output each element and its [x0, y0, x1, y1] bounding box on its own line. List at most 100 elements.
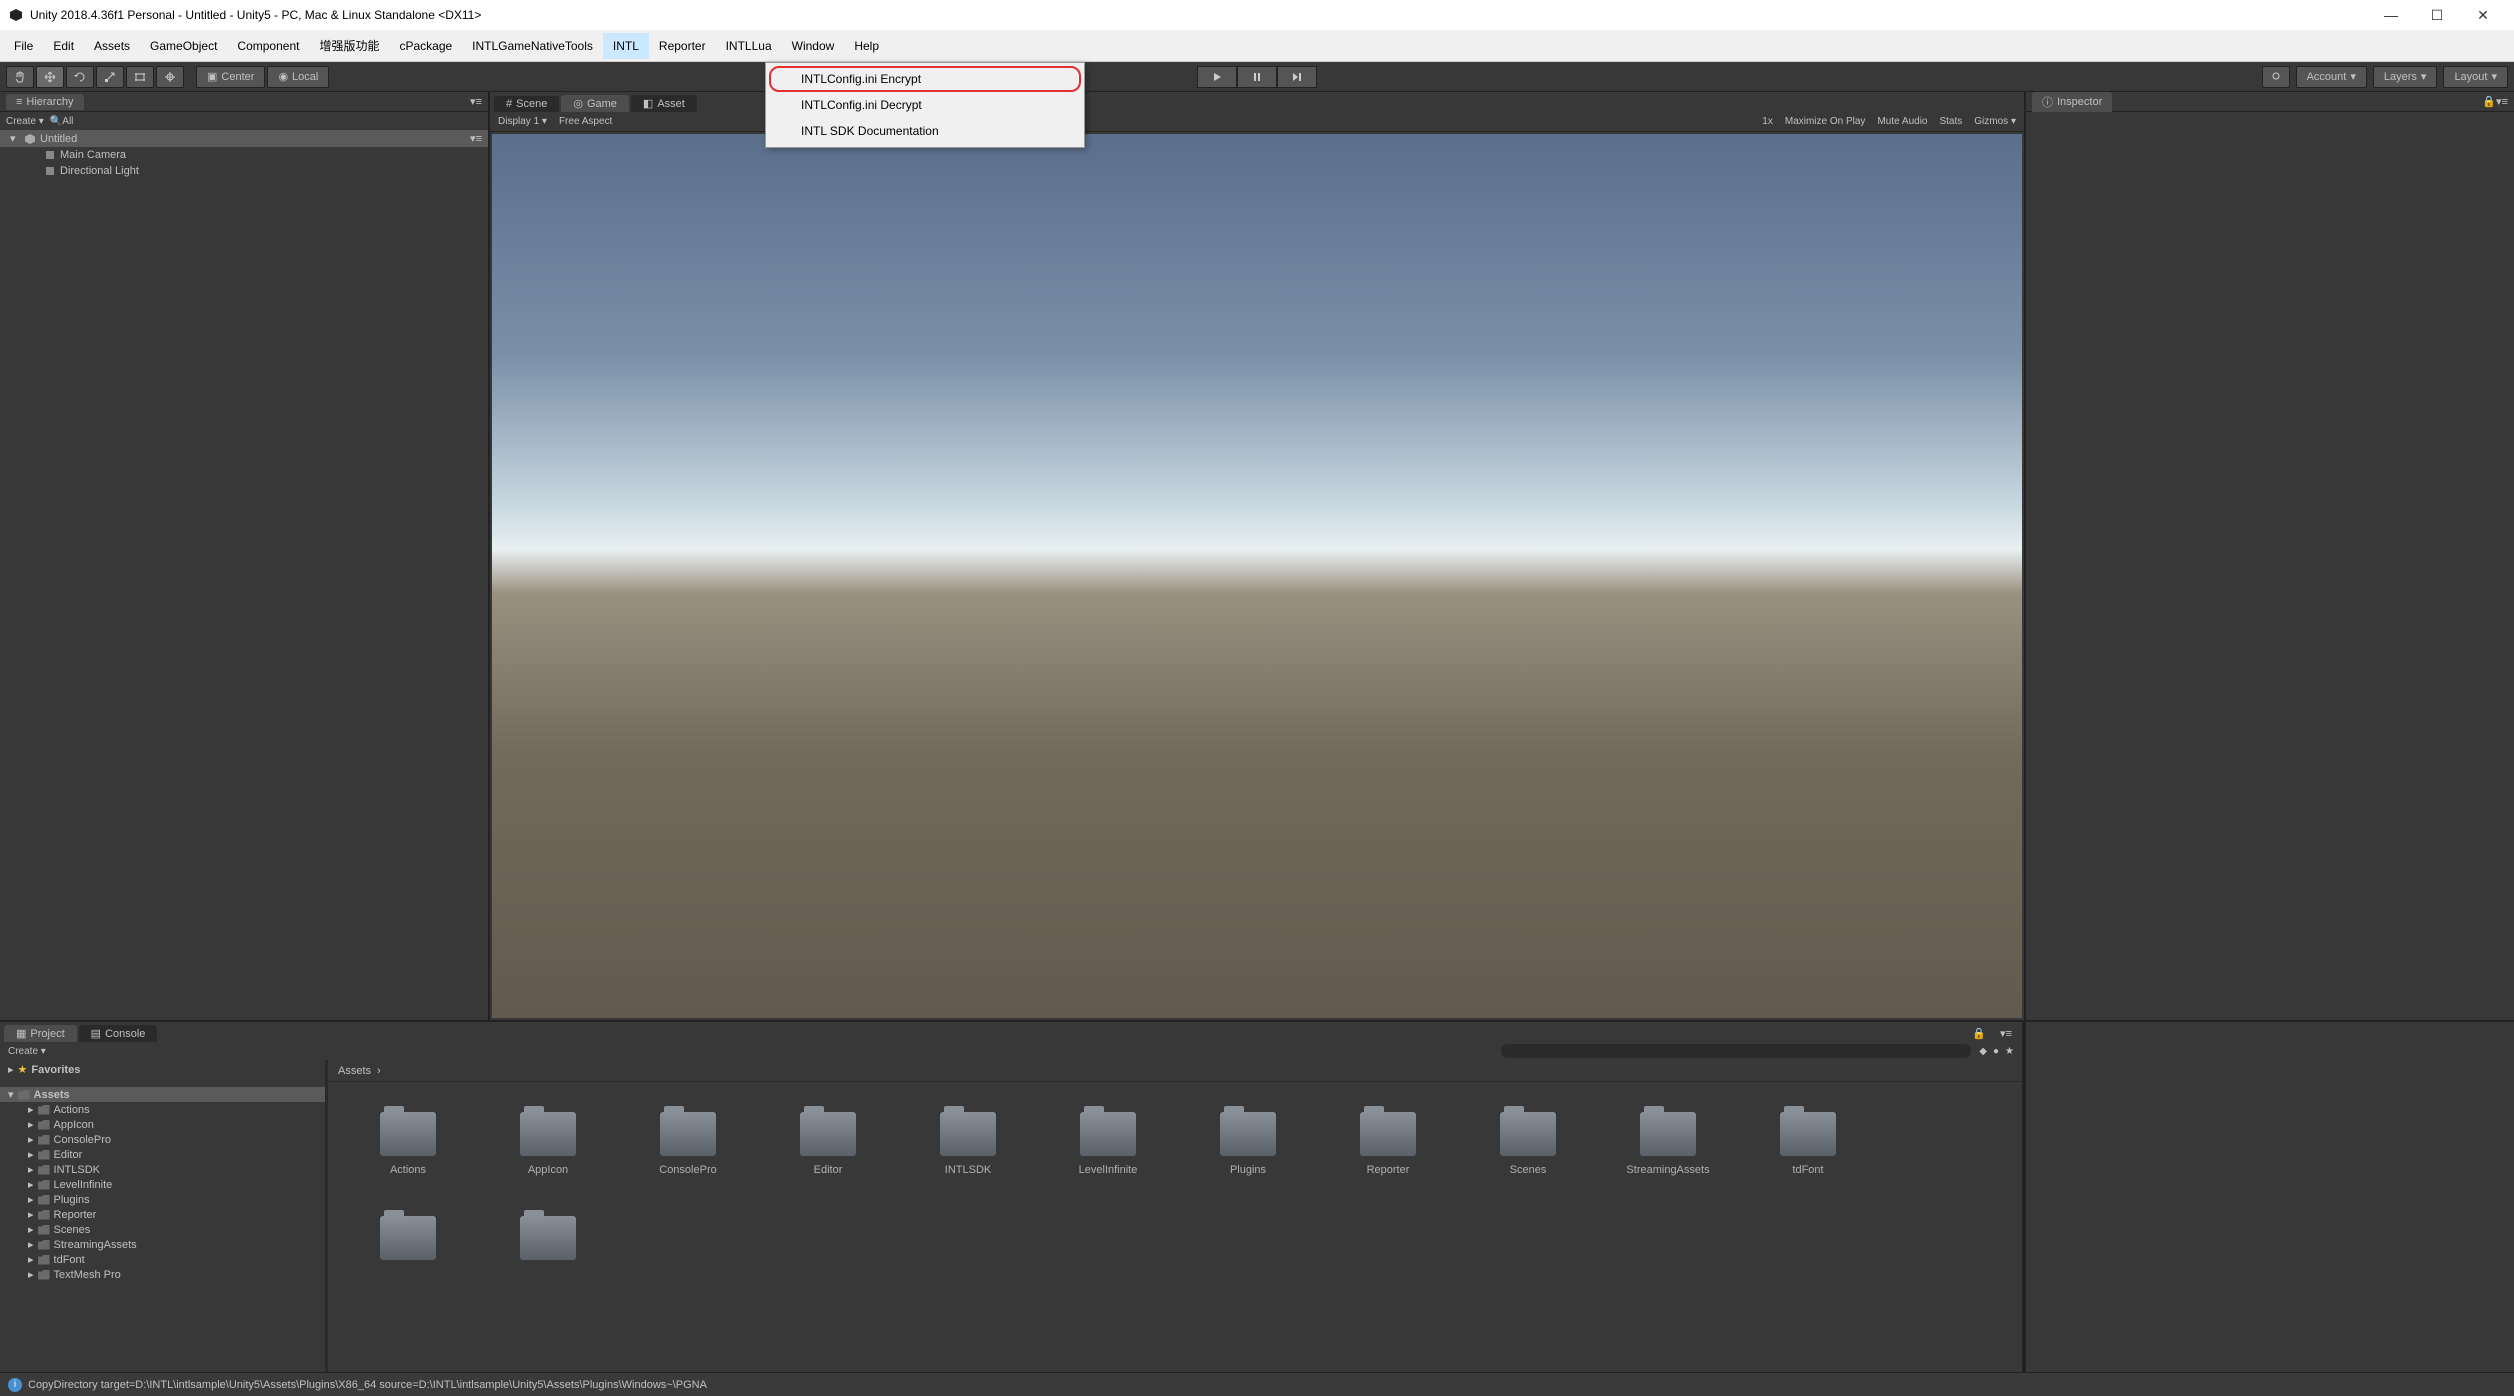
transform-tool-button[interactable] [156, 66, 184, 88]
menu-cpackage[interactable]: cPackage [389, 33, 462, 59]
pause-button[interactable] [1237, 66, 1277, 88]
menu-intl[interactable]: INTL [603, 33, 649, 59]
tree-folder[interactable]: ▸AppIcon [0, 1117, 325, 1132]
scene-root[interactable]: ▾ Untitled ▾≡ [0, 130, 488, 147]
tree-folder[interactable]: ▸LevelInfinite [0, 1177, 325, 1192]
tree-folder[interactable]: ▸Plugins [0, 1192, 325, 1207]
scale-tool-button[interactable] [96, 66, 124, 88]
expand-arrow-icon[interactable]: ▸ [28, 1193, 34, 1206]
favorites-root[interactable]: ▸★Favorites [0, 1062, 325, 1077]
maximize-button[interactable]: ☐ [2414, 0, 2460, 30]
stats-toggle[interactable]: Stats [1939, 116, 1962, 127]
expand-arrow-icon[interactable]: ▸ [28, 1268, 34, 1281]
pivot-mode-button[interactable]: ▣Center [196, 66, 265, 88]
expand-arrow-icon[interactable]: ▸ [28, 1253, 34, 1266]
dropdown-item-1[interactable]: INTLConfig.ini Decrypt [769, 92, 1081, 118]
asset-folder[interactable]: Plugins [1208, 1112, 1288, 1176]
layout-dropdown[interactable]: Layout▾ [2443, 66, 2508, 88]
lock-icon[interactable]: 🔒 [2482, 95, 2496, 108]
project-search-input[interactable] [1501, 1044, 1971, 1058]
asset-folder[interactable]: tdFont [1768, 1112, 1848, 1176]
menu-window[interactable]: Window [782, 33, 845, 59]
asset-folder[interactable]: INTLSDK [928, 1112, 1008, 1176]
menu-intllua[interactable]: INTLLua [716, 33, 782, 59]
search-by-label-icon[interactable]: ● [1993, 1046, 1999, 1057]
hand-tool-button[interactable] [6, 66, 34, 88]
gizmos-dropdown[interactable]: Gizmos ▾ [1974, 116, 2016, 127]
rect-tool-button[interactable] [126, 66, 154, 88]
tree-folder[interactable]: ▸ConsolePro [0, 1132, 325, 1147]
expand-arrow-icon[interactable]: ▸ [28, 1163, 34, 1176]
mute-audio-toggle[interactable]: Mute Audio [1877, 116, 1927, 127]
dropdown-item-2[interactable]: INTL SDK Documentation [769, 118, 1081, 144]
panel-menu-icon[interactable]: ▾≡ [470, 95, 482, 108]
asset-folder[interactable]: Actions [368, 1112, 448, 1176]
expand-arrow-icon[interactable]: ▸ [28, 1133, 34, 1146]
maximize-on-play-toggle[interactable]: Maximize On Play [1785, 116, 1866, 127]
menu-edit[interactable]: Edit [43, 33, 84, 59]
tab-scene[interactable]: #Scene [494, 96, 559, 112]
hierarchy-tab[interactable]: ≡Hierarchy [6, 94, 84, 110]
asset-folder[interactable]: LevelInfinite [1068, 1112, 1148, 1176]
layers-dropdown[interactable]: Layers▾ [2373, 66, 2438, 88]
play-button[interactable] [1197, 66, 1237, 88]
asset-folder[interactable]: Scenes [1488, 1112, 1568, 1176]
tab-game[interactable]: ◎Game [561, 95, 629, 112]
tree-folder[interactable]: ▸INTLSDK [0, 1162, 325, 1177]
asset-folder[interactable]: Reporter [1348, 1112, 1428, 1176]
asset-grid[interactable]: ActionsAppIconConsoleProEditorINTLSDKLev… [328, 1082, 2022, 1372]
expand-arrow-icon[interactable]: ▸ [28, 1178, 34, 1191]
step-button[interactable] [1277, 66, 1317, 88]
menu-file[interactable]: File [4, 33, 43, 59]
space-mode-button[interactable]: ◉Local [267, 66, 329, 88]
menu-component[interactable]: Component [227, 33, 309, 59]
scene-menu-icon[interactable]: ▾≡ [470, 132, 482, 145]
move-tool-button[interactable] [36, 66, 64, 88]
menu-assets[interactable]: Assets [84, 33, 140, 59]
expand-arrow-icon[interactable]: ▸ [28, 1223, 34, 1236]
assets-root[interactable]: ▾Assets [0, 1087, 325, 1102]
tree-folder[interactable]: ▸Scenes [0, 1222, 325, 1237]
panel-menu-icon[interactable]: ▾≡ [2496, 95, 2508, 108]
account-dropdown[interactable]: Account▾ [2296, 66, 2367, 88]
tab-asset[interactable]: ◧Asset [631, 95, 697, 112]
game-viewport[interactable] [492, 134, 2022, 1018]
menu-gameobject[interactable]: GameObject [140, 33, 227, 59]
panel-menu-icon[interactable]: ▾≡ [1994, 1025, 2018, 1042]
tab-console[interactable]: ▤Console [79, 1025, 158, 1042]
asset-folder[interactable]: Editor [788, 1112, 868, 1176]
expand-arrow-icon[interactable]: ▸ [28, 1208, 34, 1221]
minimize-button[interactable]: — [2368, 0, 2414, 30]
create-dropdown[interactable]: Create ▾ [8, 1046, 46, 1057]
collab-button[interactable] [2262, 66, 2290, 88]
menu-intlgamenativetools[interactable]: INTLGameNativeTools [462, 33, 603, 59]
aspect-dropdown[interactable]: Free Aspect [559, 116, 612, 127]
expand-arrow-icon[interactable]: ▸ [28, 1148, 34, 1161]
expand-arrow-icon[interactable]: ▸ [28, 1103, 34, 1116]
menu-help[interactable]: Help [844, 33, 889, 59]
close-button[interactable]: ✕ [2460, 0, 2506, 30]
menu--[interactable]: 增强版功能 [309, 31, 389, 60]
search-by-type-icon[interactable]: ◆ [1979, 1046, 1987, 1057]
menu-reporter[interactable]: Reporter [649, 33, 716, 59]
tab-project[interactable]: ▦Project [4, 1025, 77, 1042]
create-dropdown[interactable]: Create ▾ [6, 116, 44, 127]
inspector-tab[interactable]: ⓘInspector [2032, 92, 2112, 112]
tree-folder[interactable]: ▸StreamingAssets [0, 1237, 325, 1252]
tree-folder[interactable]: ▸Editor [0, 1147, 325, 1162]
hierarchy-item[interactable]: Main Camera [0, 147, 488, 163]
asset-folder[interactable] [368, 1216, 448, 1268]
asset-folder[interactable]: ConsolePro [648, 1112, 728, 1176]
hierarchy-item[interactable]: Directional Light [0, 163, 488, 179]
breadcrumb-item[interactable]: Assets [338, 1065, 371, 1077]
tree-folder[interactable]: ▸TextMesh Pro [0, 1267, 325, 1282]
expand-arrow-icon[interactable]: ▾ [10, 132, 20, 145]
asset-folder[interactable]: StreamingAssets [1628, 1112, 1708, 1176]
save-search-icon[interactable]: ★ [2005, 1046, 2014, 1057]
lock-icon[interactable]: 🔒 [1966, 1025, 1992, 1042]
expand-arrow-icon[interactable]: ▸ [28, 1238, 34, 1251]
display-dropdown[interactable]: Display 1 ▾ [498, 116, 547, 127]
search-filter[interactable]: 🔍All [50, 116, 74, 127]
tree-folder[interactable]: ▸Reporter [0, 1207, 325, 1222]
tree-folder[interactable]: ▸Actions [0, 1102, 325, 1117]
